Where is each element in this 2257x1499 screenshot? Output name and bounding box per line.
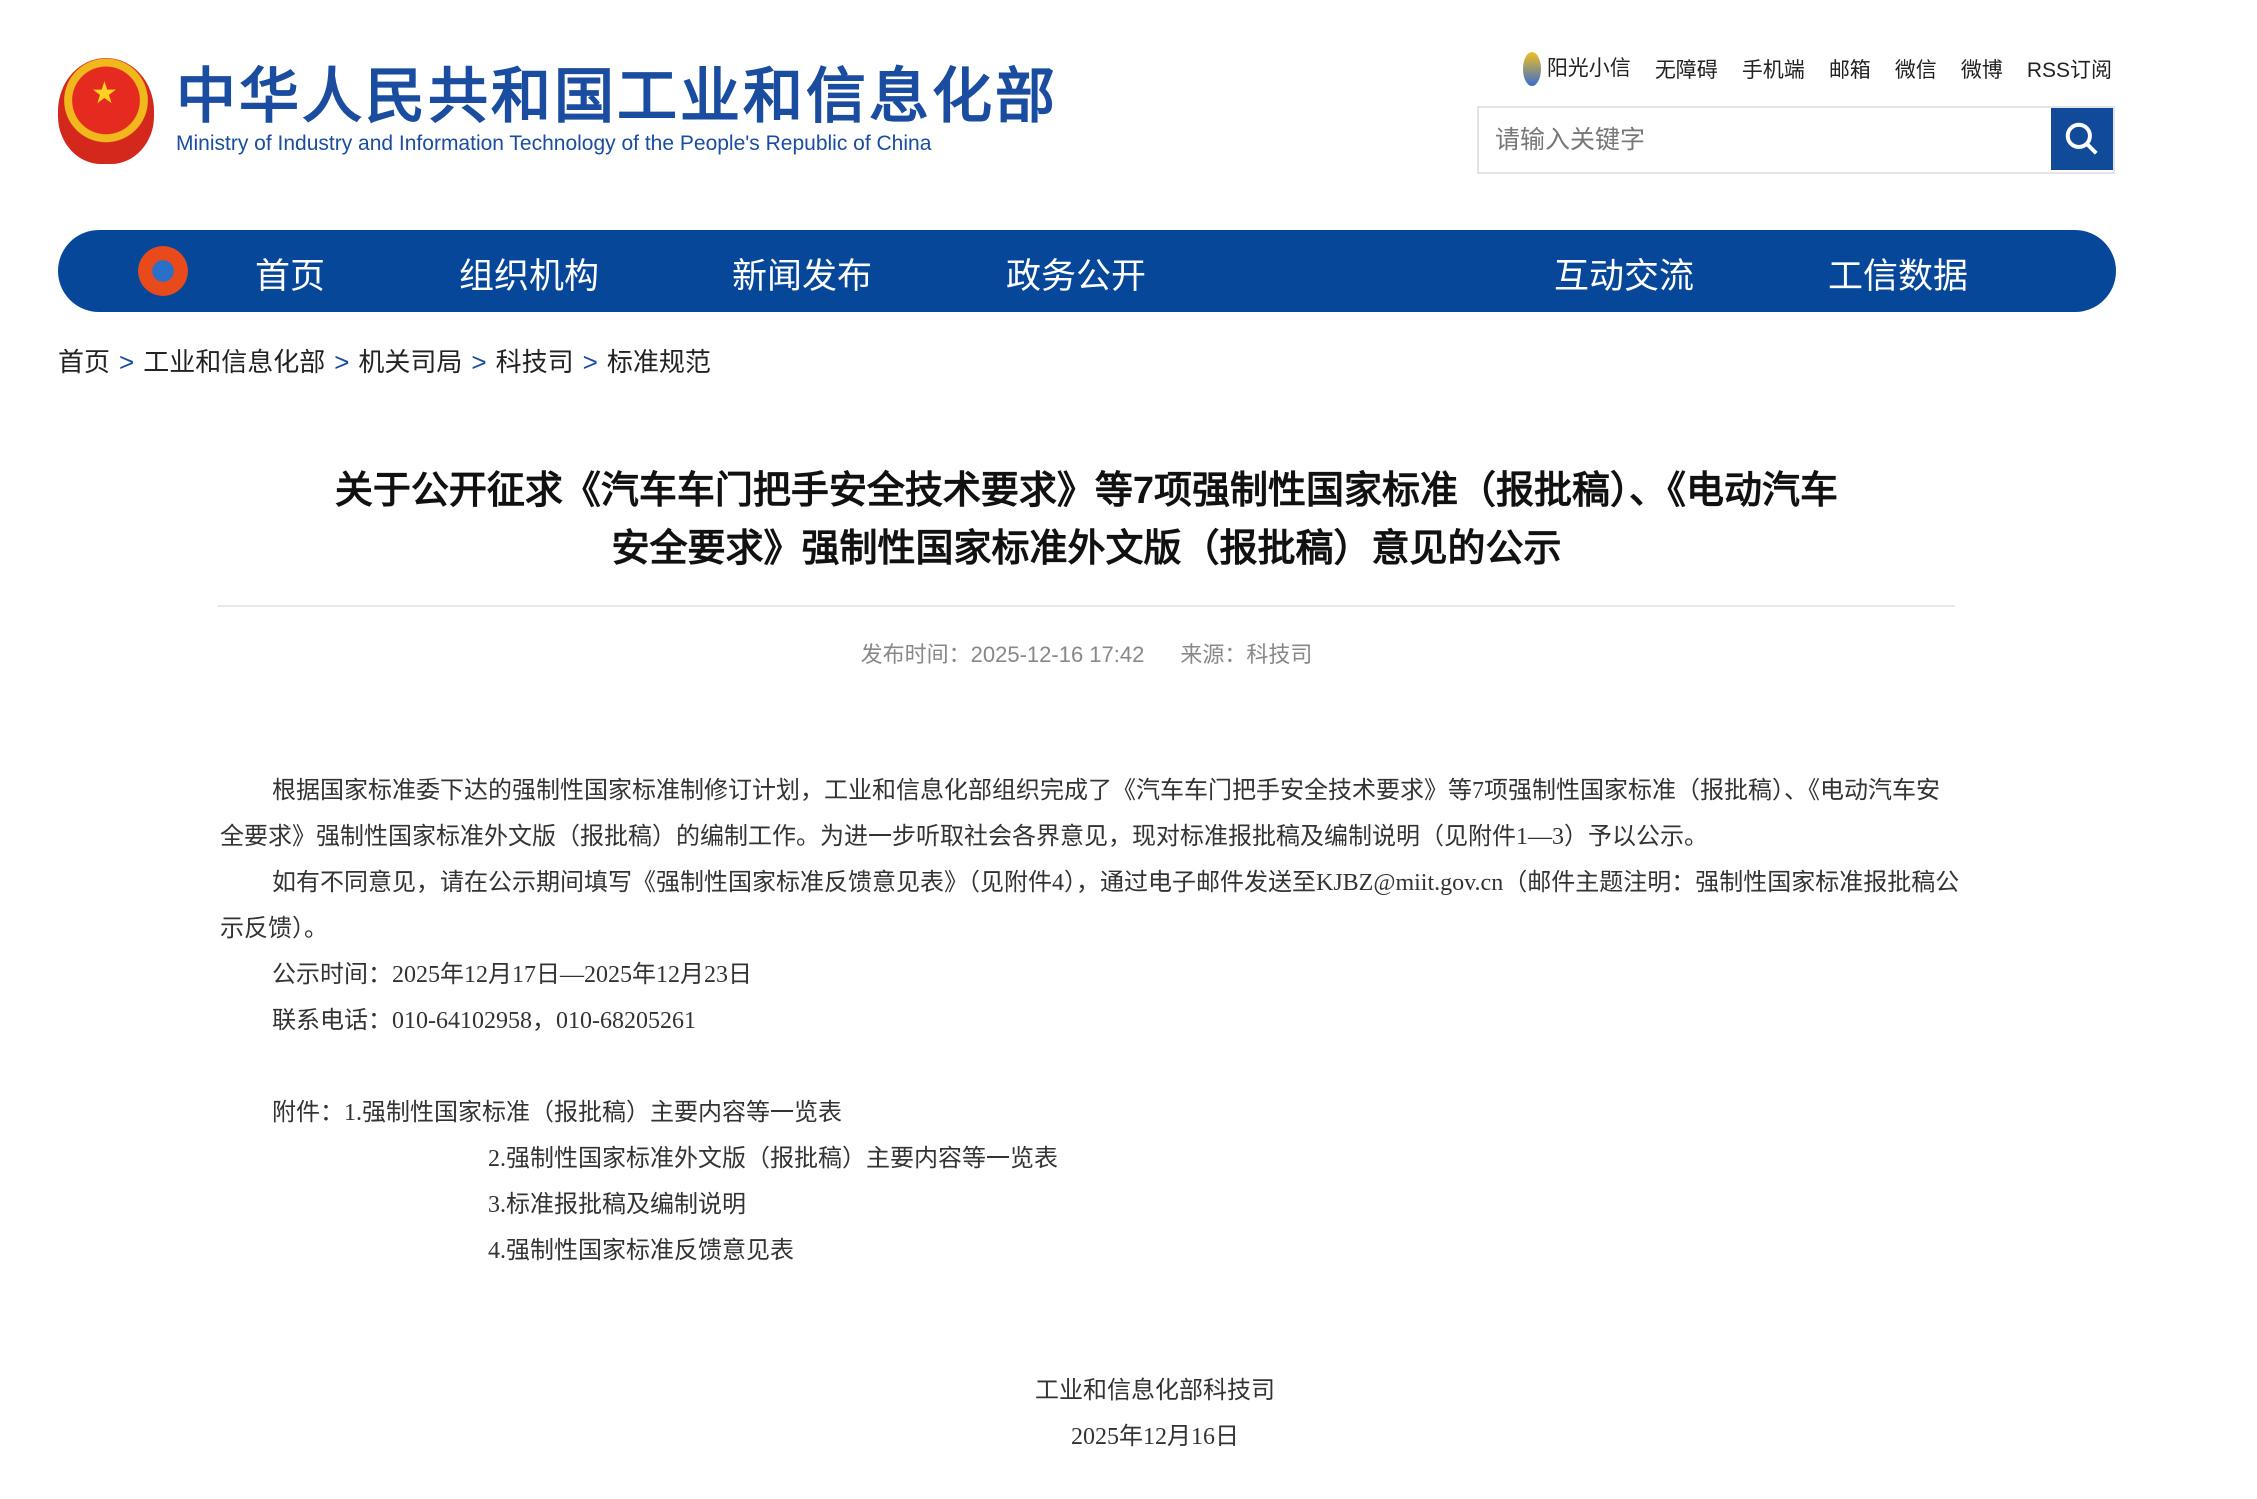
site-title-en: Ministry of Industry and Information Tec… — [176, 132, 932, 155]
attachment-item[interactable]: 4.强制性国家标准反馈意见表 — [220, 1228, 1960, 1274]
top-link-weibo[interactable]: 微博 — [1961, 54, 2003, 84]
paragraph: 如有不同意见，请在公示期间填写《强制性国家标准反馈意见表》（见附件4），通过电子… — [220, 870, 1960, 942]
mascot-icon — [1522, 52, 1541, 87]
top-link-wechat[interactable]: 微信 — [1895, 54, 1937, 84]
top-link-sunshine[interactable]: 阳光小信 — [1522, 52, 1631, 87]
nav-logo-icon — [138, 246, 188, 296]
search-box — [1477, 106, 2115, 174]
publish-time: 发布时间：2025-12-16 17:42 — [860, 642, 1145, 667]
nav-organization[interactable]: 组织机构 — [459, 248, 599, 299]
search-button[interactable] — [2051, 108, 2113, 170]
paragraph: 根据国家标准委下达的强制性国家标准制修订计划，工业和信息化部组织完成了《汽车车门… — [220, 778, 1940, 850]
attachment-item[interactable]: 附件：1.强制性国家标准（报批稿）主要内容等一览表 — [220, 1090, 1960, 1136]
nav-data[interactable]: 工信数据 — [1828, 248, 1968, 299]
signature-date: 2025年12月16日 — [1071, 1424, 1239, 1450]
main-nav: 首页 组织机构 新闻发布 政务公开 互动交流 工信数据 — [58, 230, 2116, 312]
paragraph: 公示时间：2025年12月17日—2025年12月23日 — [272, 962, 752, 988]
top-link-accessibility[interactable]: 无障碍 — [1655, 54, 1718, 84]
breadcrumb-item[interactable]: 工业和信息化部 — [143, 347, 325, 377]
breadcrumb-item[interactable]: 机关司局 — [358, 347, 462, 377]
attachment-item[interactable]: 3.标准报批稿及编制说明 — [220, 1182, 1960, 1228]
search-input[interactable] — [1479, 108, 2051, 172]
divider — [218, 605, 1955, 607]
paragraph: 联系电话：010-64102958，010-68205261 — [272, 1008, 696, 1034]
nav-interaction[interactable]: 互动交流 — [1554, 248, 1694, 299]
top-links: 阳光小信 无障碍 手机端 邮箱 微信 微博 RSS订阅 — [1522, 52, 2112, 87]
top-link-mobile[interactable]: 手机端 — [1742, 54, 1805, 84]
site-title: 中华人民共和国工业和信息化部 — [176, 63, 1058, 130]
article-meta: 发布时间：2025-12-16 17:42 来源：科技司 — [218, 637, 1955, 669]
nav-news[interactable]: 新闻发布 — [732, 248, 872, 299]
source: 来源：科技司 — [1180, 642, 1313, 667]
national-emblem-icon — [58, 58, 154, 164]
article-body: 根据国家标准委下达的强制性国家标准制修订计划，工业和信息化部组织完成了《汽车车门… — [220, 768, 1960, 1274]
site-logo[interactable]: 中华人民共和国工业和信息化部 Ministry of Industry and … — [58, 58, 1058, 164]
article-title: 关于公开征求《汽车车门把手安全技术要求》等7项强制性国家标准（报批稿）、《电动汽… — [334, 470, 1839, 570]
nav-home[interactable]: 首页 — [255, 248, 325, 299]
search-icon — [2065, 122, 2098, 155]
breadcrumb-item[interactable]: 标准规范 — [607, 347, 711, 377]
signature: 工业和信息化部科技司 — [1035, 1378, 1275, 1404]
top-link-rss[interactable]: RSS订阅 — [2027, 54, 2112, 84]
breadcrumb-item[interactable]: 科技司 — [496, 347, 574, 377]
top-link-mail[interactable]: 邮箱 — [1829, 54, 1871, 84]
breadcrumb-item[interactable]: 首页 — [58, 347, 110, 377]
nav-government-affairs[interactable]: 政务公开 — [1006, 248, 1146, 299]
signature-block: 工业和信息化部科技司 2025年12月16日 — [900, 1368, 1410, 1460]
attachment-item[interactable]: 2.强制性国家标准外文版（报批稿）主要内容等一览表 — [220, 1136, 1960, 1182]
breadcrumb: 首页 > 工业和信息化部 > 机关司局 > 科技司 > 标准规范 — [58, 347, 711, 377]
